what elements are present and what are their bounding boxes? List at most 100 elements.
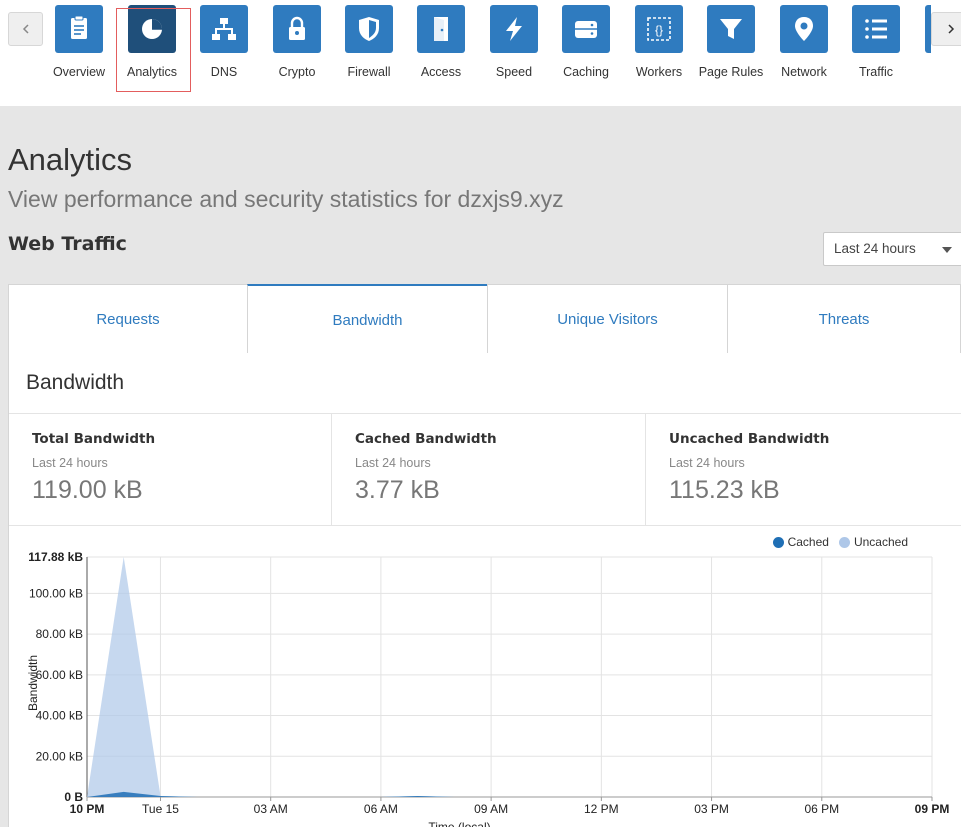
series-area-cached (87, 791, 932, 797)
filter-icon (720, 19, 742, 39)
y-tick-label: 100.00 kB (29, 586, 83, 600)
location-pin-icon (795, 17, 813, 41)
nav-tile (562, 5, 610, 53)
clipboard-icon (71, 15, 87, 39)
tab-label: Bandwidth (332, 312, 403, 329)
legend-label: Cached (787, 535, 829, 549)
stat-title: Cached Bandwidth (355, 431, 497, 447)
nav-item-access[interactable]: Access (405, 0, 477, 92)
nav-tile (780, 5, 828, 53)
nav-item-s[interactable]: S (913, 0, 931, 92)
y-tick-label: 40.00 kB (36, 709, 83, 723)
nav-item-page-rules[interactable]: Page Rules (695, 0, 767, 92)
stat-subtitle: Last 24 hours (32, 456, 108, 470)
nav-item-workers[interactable]: {} Workers (623, 0, 695, 92)
nav-item-label: Caching (563, 65, 609, 79)
tab-label: Threats (818, 310, 870, 328)
svg-text:{}: {} (655, 23, 663, 37)
legend-cached[interactable]: Cached (772, 535, 829, 549)
chevron-left-icon (22, 24, 29, 34)
nav-item-traffic[interactable]: Traffic (840, 0, 912, 92)
caret-down-icon (942, 247, 952, 253)
x-tick-label: 06 AM (364, 802, 398, 816)
legend-label: Uncached (853, 535, 908, 549)
nav-tile (852, 5, 900, 53)
server-icon (575, 21, 597, 38)
nav-tile (273, 5, 321, 53)
x-tick-label: 12 PM (584, 802, 619, 816)
nav-tile: {} (635, 5, 683, 53)
y-axis-label: Bandwidth (26, 655, 40, 711)
nav-item-firewall[interactable]: Firewall (333, 0, 405, 92)
nav-item-crypto[interactable]: Crypto (261, 0, 333, 92)
nav-item-caching[interactable]: Caching (550, 0, 622, 92)
tab-label: Requests (96, 310, 160, 328)
nav-item-label: Access (420, 65, 462, 79)
section-title: Web Traffic (8, 233, 127, 255)
nav-tile (707, 5, 755, 53)
legend-swatch-uncached (838, 536, 850, 548)
stats-row: Total Bandwidth Last 24 hours 119.00 kB … (9, 414, 961, 526)
stat-title: Total Bandwidth (32, 431, 156, 447)
stat-cached-bandwidth: Cached Bandwidth Last 24 hours 3.77 kB (331, 414, 645, 526)
y-tick-label: 60.00 kB (36, 668, 83, 682)
x-tick-label: Tue 15 (142, 802, 179, 816)
stat-value: 119.00 kB (32, 476, 143, 504)
selection-outline (116, 8, 191, 92)
tab-requests[interactable]: Requests (8, 284, 248, 354)
nav-item-label: Page Rules (698, 65, 764, 79)
tab-threats[interactable]: Threats (727, 284, 961, 354)
chart-legend: Cached Uncached (772, 535, 908, 549)
stat-subtitle: Last 24 hours (355, 456, 431, 470)
shield-icon (359, 17, 379, 41)
stat-total-bandwidth: Total Bandwidth Last 24 hours 119.00 kB (9, 414, 331, 526)
page-subtitle: View performance and security statistics… (8, 186, 564, 212)
stat-uncached-bandwidth: Uncached Bandwidth Last 24 hours 115.23 … (645, 414, 961, 526)
x-tick-label: 10 PM (70, 802, 105, 816)
network-tree-icon (212, 18, 236, 40)
nav-item-dns[interactable]: DNS (188, 0, 260, 92)
nav-tile (417, 5, 465, 53)
nav-item-label: Traffic (858, 65, 894, 79)
nav-item-label: Overview (52, 65, 106, 79)
stat-subtitle: Last 24 hours (669, 456, 745, 470)
tab-bandwidth[interactable]: Bandwidth (247, 284, 488, 355)
door-icon (434, 17, 448, 41)
page-title: Analytics (8, 142, 133, 177)
nav-tile (490, 5, 538, 53)
stat-value: 115.23 kB (669, 476, 780, 504)
time-range-select[interactable]: Last 24 hours (823, 232, 961, 266)
y-tick-label: 80.00 kB (36, 627, 83, 641)
nav-item-overview[interactable]: Overview (43, 0, 115, 92)
x-tick-label: 09 AM (474, 802, 508, 816)
chart-canvas: 117.88 kB 100.00 kB 80.00 kB 60.00 kB 40.00 … (26, 550, 949, 827)
panel-title: Bandwidth (26, 371, 125, 394)
code-braces-icon: {} (647, 17, 671, 41)
scroll-left-button[interactable] (8, 12, 43, 46)
x-tick-label: 03 PM (694, 802, 729, 816)
stat-title: Uncached Bandwidth (669, 431, 830, 447)
nav-item-analytics[interactable]: Analytics (116, 0, 191, 92)
metric-tabs: Requests Bandwidth Unique Visitors Threa… (8, 284, 961, 355)
bandwidth-chart: Cached Uncached 117.88 kB 100.00 kB 80.00 … (1, 529, 961, 827)
legend-swatch-cached (772, 536, 784, 548)
legend-uncached[interactable]: Uncached (838, 535, 908, 549)
x-tick-label: 06 PM (804, 802, 839, 816)
scroll-right-button[interactable] (931, 12, 961, 46)
lightning-icon (506, 17, 522, 41)
y-tick-label: 117.88 kB (28, 550, 83, 564)
tab-unique-visitors[interactable]: Unique Visitors (487, 284, 728, 354)
nav-item-network[interactable]: Network (768, 0, 840, 92)
list-icon (865, 19, 887, 39)
lock-icon (289, 16, 305, 40)
bandwidth-panel: Bandwidth Total Bandwidth Last 24 hours … (8, 353, 961, 827)
nav-item-speed[interactable]: Speed (478, 0, 550, 92)
nav-tile (345, 5, 393, 53)
nav-tile (200, 5, 248, 53)
nav-item-label: DNS (210, 65, 238, 79)
top-navigation: Overview Analytics DNS Crypto Firewall Access… (0, 0, 961, 106)
tab-label: Unique Visitors (557, 310, 658, 328)
time-range-value: Last 24 hours (834, 241, 916, 256)
stat-value: 3.77 kB (355, 476, 440, 504)
nav-tile (55, 5, 103, 53)
